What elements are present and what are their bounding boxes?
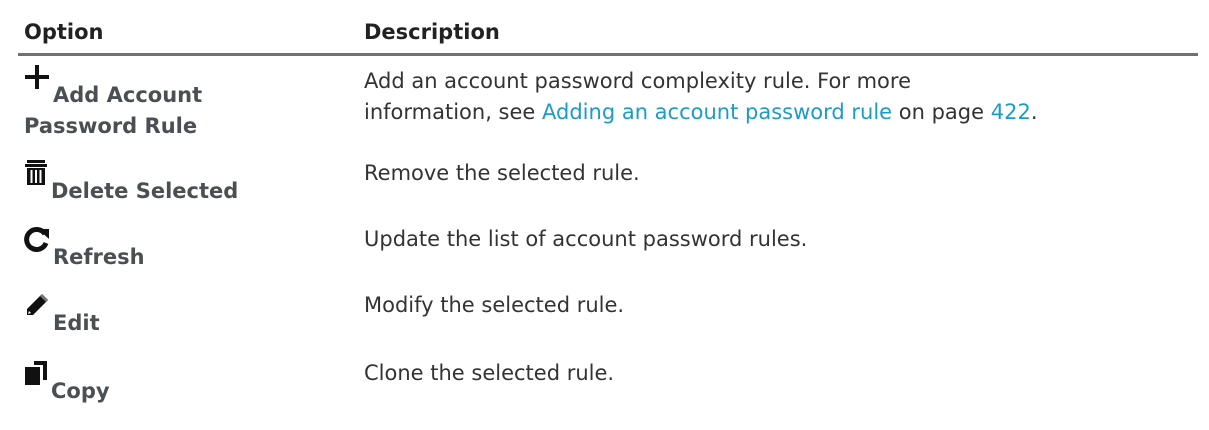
option-label: Add Account <box>53 83 203 107</box>
table-row-edit: Edit Modify the selected rule. <box>18 284 1198 352</box>
description-cell: Update the list of account password rule… <box>360 218 1198 284</box>
description-text: Add an account password complexity rule.… <box>364 69 911 93</box>
plus-icon[interactable] <box>24 64 50 90</box>
table-row-add-account-password-rule: Add Account Password Rule Add an account… <box>18 55 1198 155</box>
copy-icon[interactable] <box>24 360 48 386</box>
pencil-icon[interactable] <box>24 292 50 318</box>
description-text: Modify the selected rule. <box>364 293 625 317</box>
option-label: Refresh <box>53 245 145 269</box>
description-cell: Modify the selected rule. <box>360 284 1198 352</box>
description-text: . <box>1030 100 1038 124</box>
table-row-copy: Copy Clone the selected rule. <box>18 352 1198 410</box>
option-cell: Edit <box>18 284 360 352</box>
description-cell: Clone the selected rule. <box>360 352 1198 410</box>
trash-icon[interactable] <box>24 160 48 186</box>
table-row-delete-selected: Delete Selected Remove the selected rule… <box>18 154 1198 218</box>
option-label: Delete Selected <box>51 179 239 203</box>
refresh-icon[interactable] <box>24 226 50 252</box>
column-header-description: Description <box>360 12 1198 56</box>
adding-rule-link[interactable]: Adding an account password rule <box>542 100 892 124</box>
option-cell: Refresh <box>18 218 360 284</box>
description-cell: Remove the selected rule. <box>360 154 1198 218</box>
option-label-line2: Password Rule <box>24 114 198 138</box>
description-text: Clone the selected rule. <box>364 361 615 385</box>
table-header-row: Option Description <box>18 12 1198 56</box>
table-row-refresh: Refresh Update the list of account passw… <box>18 218 1198 284</box>
option-cell: Add Account Password Rule <box>18 55 360 155</box>
option-label: Edit <box>53 311 100 335</box>
description-text: on page <box>892 100 991 124</box>
options-table: Option Description Add Account Password … <box>18 12 1198 410</box>
description-text: information, see <box>364 100 543 124</box>
description-cell: Add an account password complexity rule.… <box>360 55 1198 155</box>
option-cell: Delete Selected <box>18 154 360 218</box>
description-text: Remove the selected rule. <box>364 161 640 185</box>
description-text: Update the list of account password rule… <box>364 227 808 251</box>
page-number-link[interactable]: 422 <box>991 100 1031 124</box>
options-table-page: Option Description Add Account Password … <box>0 0 1209 430</box>
option-cell: Copy <box>18 352 360 410</box>
column-header-option: Option <box>18 12 360 56</box>
option-label: Copy <box>51 379 110 403</box>
